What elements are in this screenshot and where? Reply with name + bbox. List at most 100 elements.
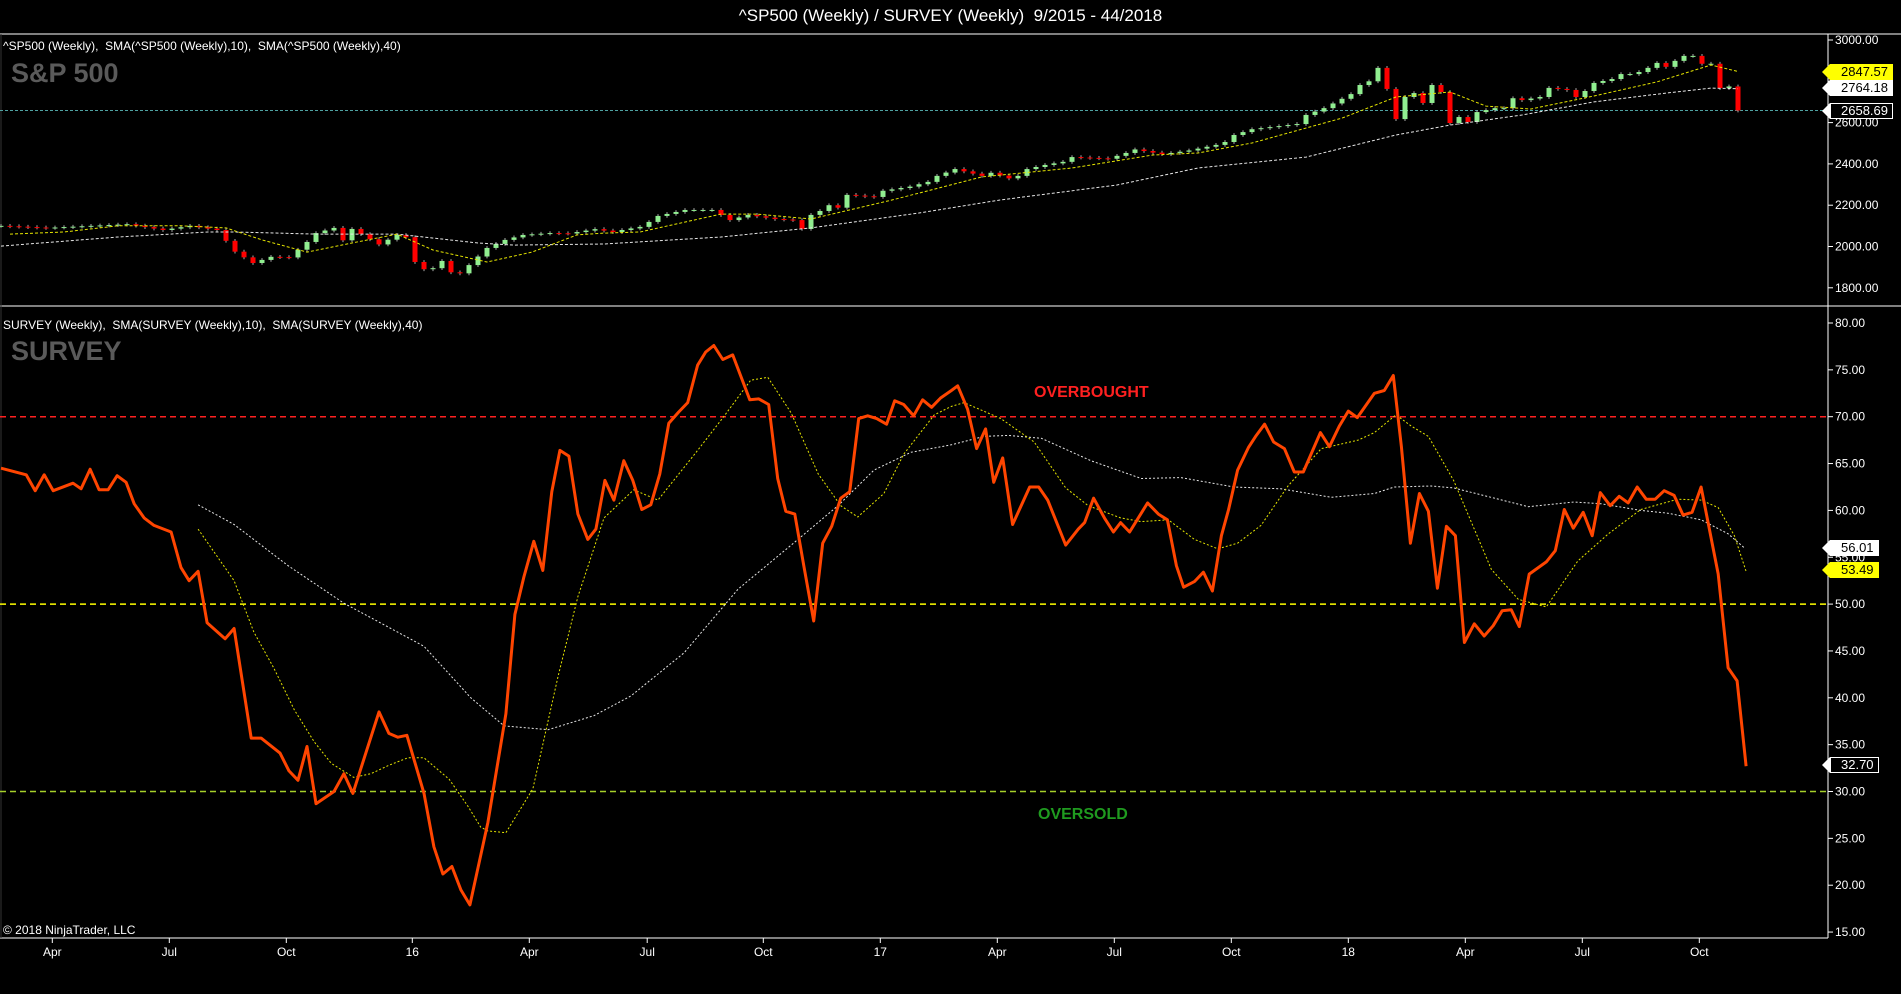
candle-body <box>1627 74 1633 76</box>
candle-body <box>556 233 562 235</box>
candle-body <box>1402 96 1408 120</box>
last-price-marker: 2658.69 <box>1822 103 1893 119</box>
candle-body <box>1348 94 1354 99</box>
survey-axis-label: 60.00 <box>1835 503 1865 517</box>
candle-body <box>1330 103 1336 109</box>
survey-panel-watermark: SURVEY <box>11 336 122 366</box>
candle-body <box>538 233 544 235</box>
candle-body <box>466 265 472 274</box>
survey-axis-label: 40.00 <box>1835 691 1865 705</box>
time-axis-label: Oct <box>1222 945 1241 959</box>
price-axis-label: 1800.00 <box>1835 281 1879 295</box>
candle-body <box>1213 144 1219 147</box>
candle-body <box>1015 175 1021 179</box>
candle-body <box>673 211 679 214</box>
candle-body <box>1384 67 1390 89</box>
candle-body <box>268 256 274 260</box>
survey-sma40-marker: 56.01 <box>1822 540 1879 556</box>
candle-body <box>1438 85 1444 93</box>
candle-body <box>799 220 805 229</box>
candle-body <box>1267 127 1273 129</box>
candle-body <box>1735 86 1741 111</box>
candle-body <box>61 227 67 229</box>
time-axis-label: Jul <box>1575 945 1590 959</box>
candle-body <box>979 173 985 176</box>
candle-body <box>1357 85 1363 95</box>
candle-body <box>1339 98 1345 104</box>
candle-body <box>349 228 355 241</box>
candle-body <box>1087 157 1093 159</box>
candle-body <box>1366 81 1372 86</box>
survey-line <box>0 344 1748 907</box>
candle-body <box>457 272 463 274</box>
candle-body <box>358 228 364 235</box>
candle-body <box>331 227 337 231</box>
time-axis-label: Apr <box>520 945 539 959</box>
sp500-sma10-line <box>9 64 1739 263</box>
candle-body <box>160 228 166 230</box>
candle-body <box>1393 88 1399 120</box>
survey-panel-legend: SURVEY (Weekly), SMA(SURVEY (Weekly),10)… <box>3 318 423 332</box>
survey-axis-label: 30.00 <box>1835 785 1865 799</box>
candle-body <box>1483 110 1489 113</box>
time-axis-label: 18 <box>1342 945 1356 959</box>
candle-body <box>1177 151 1183 153</box>
candle-body <box>727 215 733 221</box>
survey-axis-label: 75.00 <box>1835 363 1865 377</box>
candle-body <box>376 239 382 245</box>
candle-body <box>565 233 571 235</box>
candle-body <box>1222 142 1228 145</box>
time-axis-label: Jul <box>1107 945 1122 959</box>
time-axis-label: 17 <box>874 945 888 959</box>
candle-body <box>124 224 130 226</box>
candle-body <box>1654 62 1660 68</box>
candle-body <box>1042 164 1048 167</box>
survey-sma10-line <box>197 376 1747 834</box>
candle-body <box>1249 129 1255 133</box>
candle-body <box>790 219 796 221</box>
candle-body <box>961 169 967 172</box>
candle-body <box>691 209 697 211</box>
overbought-label: OVERBOUGHT <box>1034 384 1149 401</box>
candle-body <box>295 249 301 258</box>
candle-body <box>1006 175 1012 179</box>
candle-body <box>511 237 517 240</box>
candle-body <box>520 234 526 238</box>
time-axis-label: Apr <box>43 945 62 959</box>
candle-body <box>907 186 913 188</box>
time-axis-label: Oct <box>1690 945 1709 959</box>
candle-body <box>925 181 931 185</box>
price-panel-watermark: S&P 500 <box>11 58 119 88</box>
candle-body <box>34 227 40 229</box>
candle-body <box>736 217 742 221</box>
candle-body <box>448 260 454 273</box>
candle-body <box>79 226 85 228</box>
time-axis-label: Apr <box>1456 945 1475 959</box>
candle-body <box>1051 163 1057 165</box>
candle-body <box>385 239 391 245</box>
candle-body <box>601 229 607 231</box>
candle-body <box>1447 92 1453 124</box>
candle-body <box>1294 124 1300 126</box>
candle-body <box>1600 80 1606 83</box>
candle-body <box>889 189 895 191</box>
candle-body <box>1591 82 1597 92</box>
candle-body <box>169 228 175 230</box>
candle-body <box>1105 158 1111 160</box>
price-axis-label: 2000.00 <box>1835 240 1879 254</box>
candle-body <box>502 239 508 244</box>
candle-body <box>286 257 292 259</box>
candle-body <box>277 256 283 258</box>
candle-body <box>1636 72 1642 75</box>
candle-body <box>1123 152 1129 156</box>
candle-body <box>943 172 949 176</box>
price-panel-legend: ^SP500 (Weekly), SMA(^SP500 (Weekly),10)… <box>3 39 401 53</box>
candle-body <box>322 230 328 234</box>
candle-body <box>439 260 445 269</box>
candle-body <box>817 210 823 215</box>
candle-body <box>1699 55 1705 64</box>
price-axis-label: 3000.00 <box>1835 33 1879 47</box>
survey-axis-label: 45.00 <box>1835 644 1865 658</box>
candle-body <box>1231 134 1237 143</box>
survey-axis-label: 50.00 <box>1835 597 1865 611</box>
